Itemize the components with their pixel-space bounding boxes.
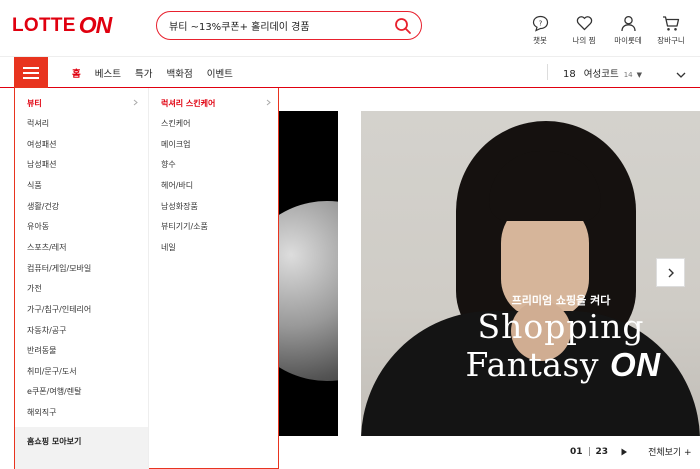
search-button[interactable] [394,17,412,35]
banner-pager: 01 23 전체보기 + [570,445,692,459]
pager-total: 23 [595,446,609,457]
wishlist-button[interactable]: 나의 찜 [562,15,606,46]
category-list: 뷰티 럭셔리 여성패션 남성패션 식품 생활/건강 유아동 스포츠/레저 컴퓨터… [15,88,148,469]
nav-divider [547,64,548,80]
category-item[interactable]: e쿠폰/여행/렌탈 [27,386,81,397]
category-item[interactable]: 가구/침구/인테리어 [27,304,91,315]
category-item[interactable]: 가전 [27,283,42,294]
tab-events[interactable]: 이벤트 [207,66,233,80]
logo-accent: ON [78,12,112,38]
heart-icon [576,16,592,31]
global-nav: 홈 베스트 특가 백화점 이벤트 18 여성코트 14 ▼ [0,56,700,88]
subcategory-item[interactable]: 럭셔리 스킨케어 [161,98,215,109]
category-item[interactable]: 생활/건강 [27,201,59,212]
view-all-link[interactable]: 전체보기 + [648,445,692,458]
trending-count: 14 [623,71,633,79]
category-item[interactable]: 해외직구 [27,407,56,418]
subcategory-list: 럭셔리 스킨케어 스킨케어 메이크업 향수 헤어/바디 남성화장품 뷰티기기/소… [148,88,279,469]
subcategory-item[interactable]: 남성화장품 [161,201,198,212]
hamburger-line [23,67,39,69]
banner-title-line2: Fantasy ON [423,345,700,384]
banner-title-line1: Shopping [477,307,645,346]
category-item[interactable]: 럭셔리 [27,118,49,129]
category-item[interactable]: 남성패션 [27,159,56,170]
logo-text: LOTTE [12,14,76,36]
lotteon-logo[interactable]: LOTTE ON [12,12,112,39]
hamburger-line [23,77,39,79]
wishlist-label: 나의 찜 [572,36,596,45]
trending-rank: 18 [563,69,576,80]
category-item[interactable]: 반려동물 [27,345,56,356]
homeshopping-label: 홈쇼핑 모아보기 [27,437,82,446]
subcategory-item[interactable]: 네일 [161,242,176,253]
tab-best[interactable]: 베스트 [95,66,121,80]
hamburger-line [23,72,39,74]
search-input[interactable] [169,16,389,35]
category-item[interactable]: 컴퓨터/게임/모바일 [27,263,91,274]
main-banner[interactable]: 프리미엄 쇼핑을 켜다 Shopping Fantasy ON [361,111,700,436]
trending-keyword-text: 여성코트 [583,69,619,80]
banner-title-on: ON [610,346,661,383]
subcategory-item[interactable]: 헤어/바디 [161,180,193,191]
mylotte-button[interactable]: 마이롯데 [606,15,650,46]
page: LOTTE ON ? 챗봇 나의 찜 [0,0,700,469]
pager-current: 01 [570,446,583,457]
header: LOTTE ON ? 챗봇 나의 찜 [0,0,700,56]
cart-label: 장바구니 [657,36,685,45]
banner-title-fantasy: Fantasy [465,345,600,384]
category-item[interactable]: 취미/문구/도서 [27,366,77,377]
chatbot-label: 챗봇 [533,36,547,45]
mylotte-label: 마이롯데 [614,36,642,45]
search-icon [395,18,411,34]
tab-home[interactable]: 홈 [72,66,81,80]
chevron-right-icon [668,268,674,278]
cart-button[interactable]: 장바구니 [649,15,693,46]
chevron-right-icon [133,99,138,106]
chevron-down-icon [676,72,686,78]
chevron-right-icon [266,99,271,106]
chatbot-button[interactable]: ? 챗봇 [518,15,562,46]
category-item[interactable]: 식품 [27,180,42,191]
search-bar [156,11,422,40]
category-item[interactable]: 자동차/공구 [27,325,67,336]
category-item[interactable]: 여성패션 [27,139,56,150]
trending-expand-button[interactable] [675,66,687,78]
category-item[interactable]: 뷰티 [27,98,42,109]
homeshopping-link[interactable]: 홈쇼핑 모아보기 [15,427,148,469]
svg-text:?: ? [538,20,542,28]
category-item[interactable]: 스포츠/레저 [27,242,67,253]
subcategory-item[interactable]: 향수 [161,159,176,170]
tab-deals[interactable]: 특가 [135,66,152,80]
subcategory-item[interactable]: 뷰티기기/소품 [161,221,208,232]
banner-next-button[interactable] [656,258,685,287]
play-icon[interactable] [620,448,628,456]
chatbot-icon: ? [532,15,548,32]
subcategory-item[interactable]: 메이크업 [161,139,190,150]
trending-keyword[interactable]: 18 여성코트 14 ▼ [563,66,642,80]
category-menu-button[interactable] [14,57,48,88]
subcategory-item[interactable]: 스킨케어 [161,118,190,129]
pager-divider [588,447,590,456]
user-icon [620,15,636,32]
nav-tabs: 홈 베스트 특가 백화점 이벤트 [72,66,247,80]
tab-department-store[interactable]: 백화점 [166,66,192,80]
category-item[interactable]: 유아동 [27,221,49,232]
cart-icon [663,16,680,31]
category-menu: 뷰티 럭셔리 여성패션 남성패션 식품 생활/건강 유아동 스포츠/레저 컴퓨터… [14,88,279,469]
trend-down-icon: ▼ [636,71,643,79]
banner-subtitle: 프리미엄 쇼핑을 켜다 [511,294,611,307]
